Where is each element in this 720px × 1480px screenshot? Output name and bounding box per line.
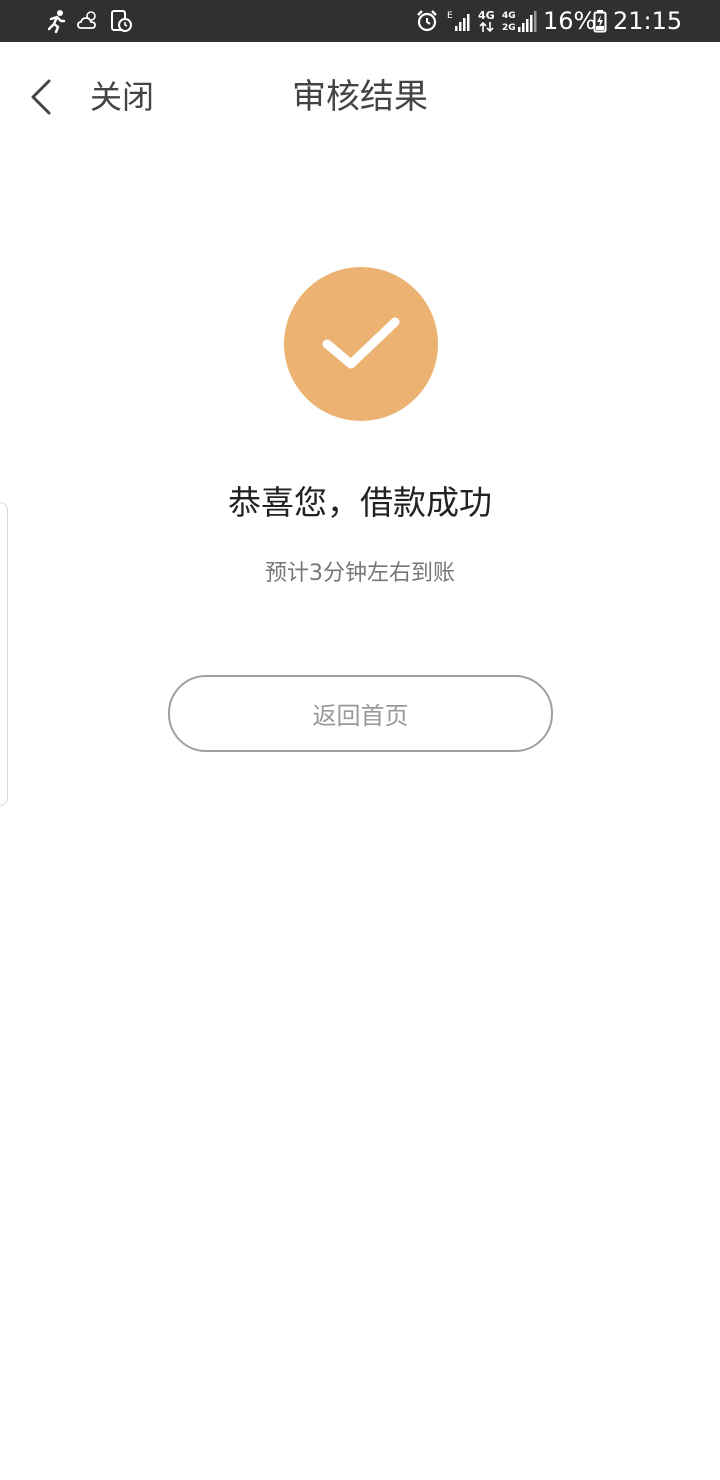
success-subtitle: 预计3分钟左右到账	[265, 561, 455, 586]
net-4g-label: 4G	[478, 9, 495, 22]
clock-document-icon	[108, 8, 134, 34]
clock-time: 21:15	[613, 7, 683, 35]
signal-e-icon: E	[446, 8, 472, 34]
battery-percent: 16%	[543, 7, 597, 35]
edge-panel-handle[interactable]	[0, 502, 8, 806]
weather-cloud-icon	[76, 8, 100, 34]
net-4g2-label: 4G	[502, 11, 516, 21]
success-title: 恭喜您，借款成功	[228, 483, 492, 522]
net-e-label: E	[447, 11, 453, 21]
battery-charging-icon	[592, 8, 608, 34]
signal-4g-icon: 4G	[476, 8, 498, 34]
status-bar: E 4G 4G 2G 16% 21:15	[0, 0, 720, 42]
return-home-button[interactable]: 返回首页	[168, 675, 553, 752]
alarm-icon	[414, 8, 440, 34]
nav-bar: 关闭 审核结果	[0, 42, 720, 154]
check-circle-icon	[284, 267, 438, 421]
page-title: 审核结果	[292, 77, 428, 117]
signal-4g-2g-icon: 4G 2G	[502, 8, 538, 34]
running-icon	[44, 8, 68, 34]
net-2g-label: 2G	[502, 23, 516, 33]
